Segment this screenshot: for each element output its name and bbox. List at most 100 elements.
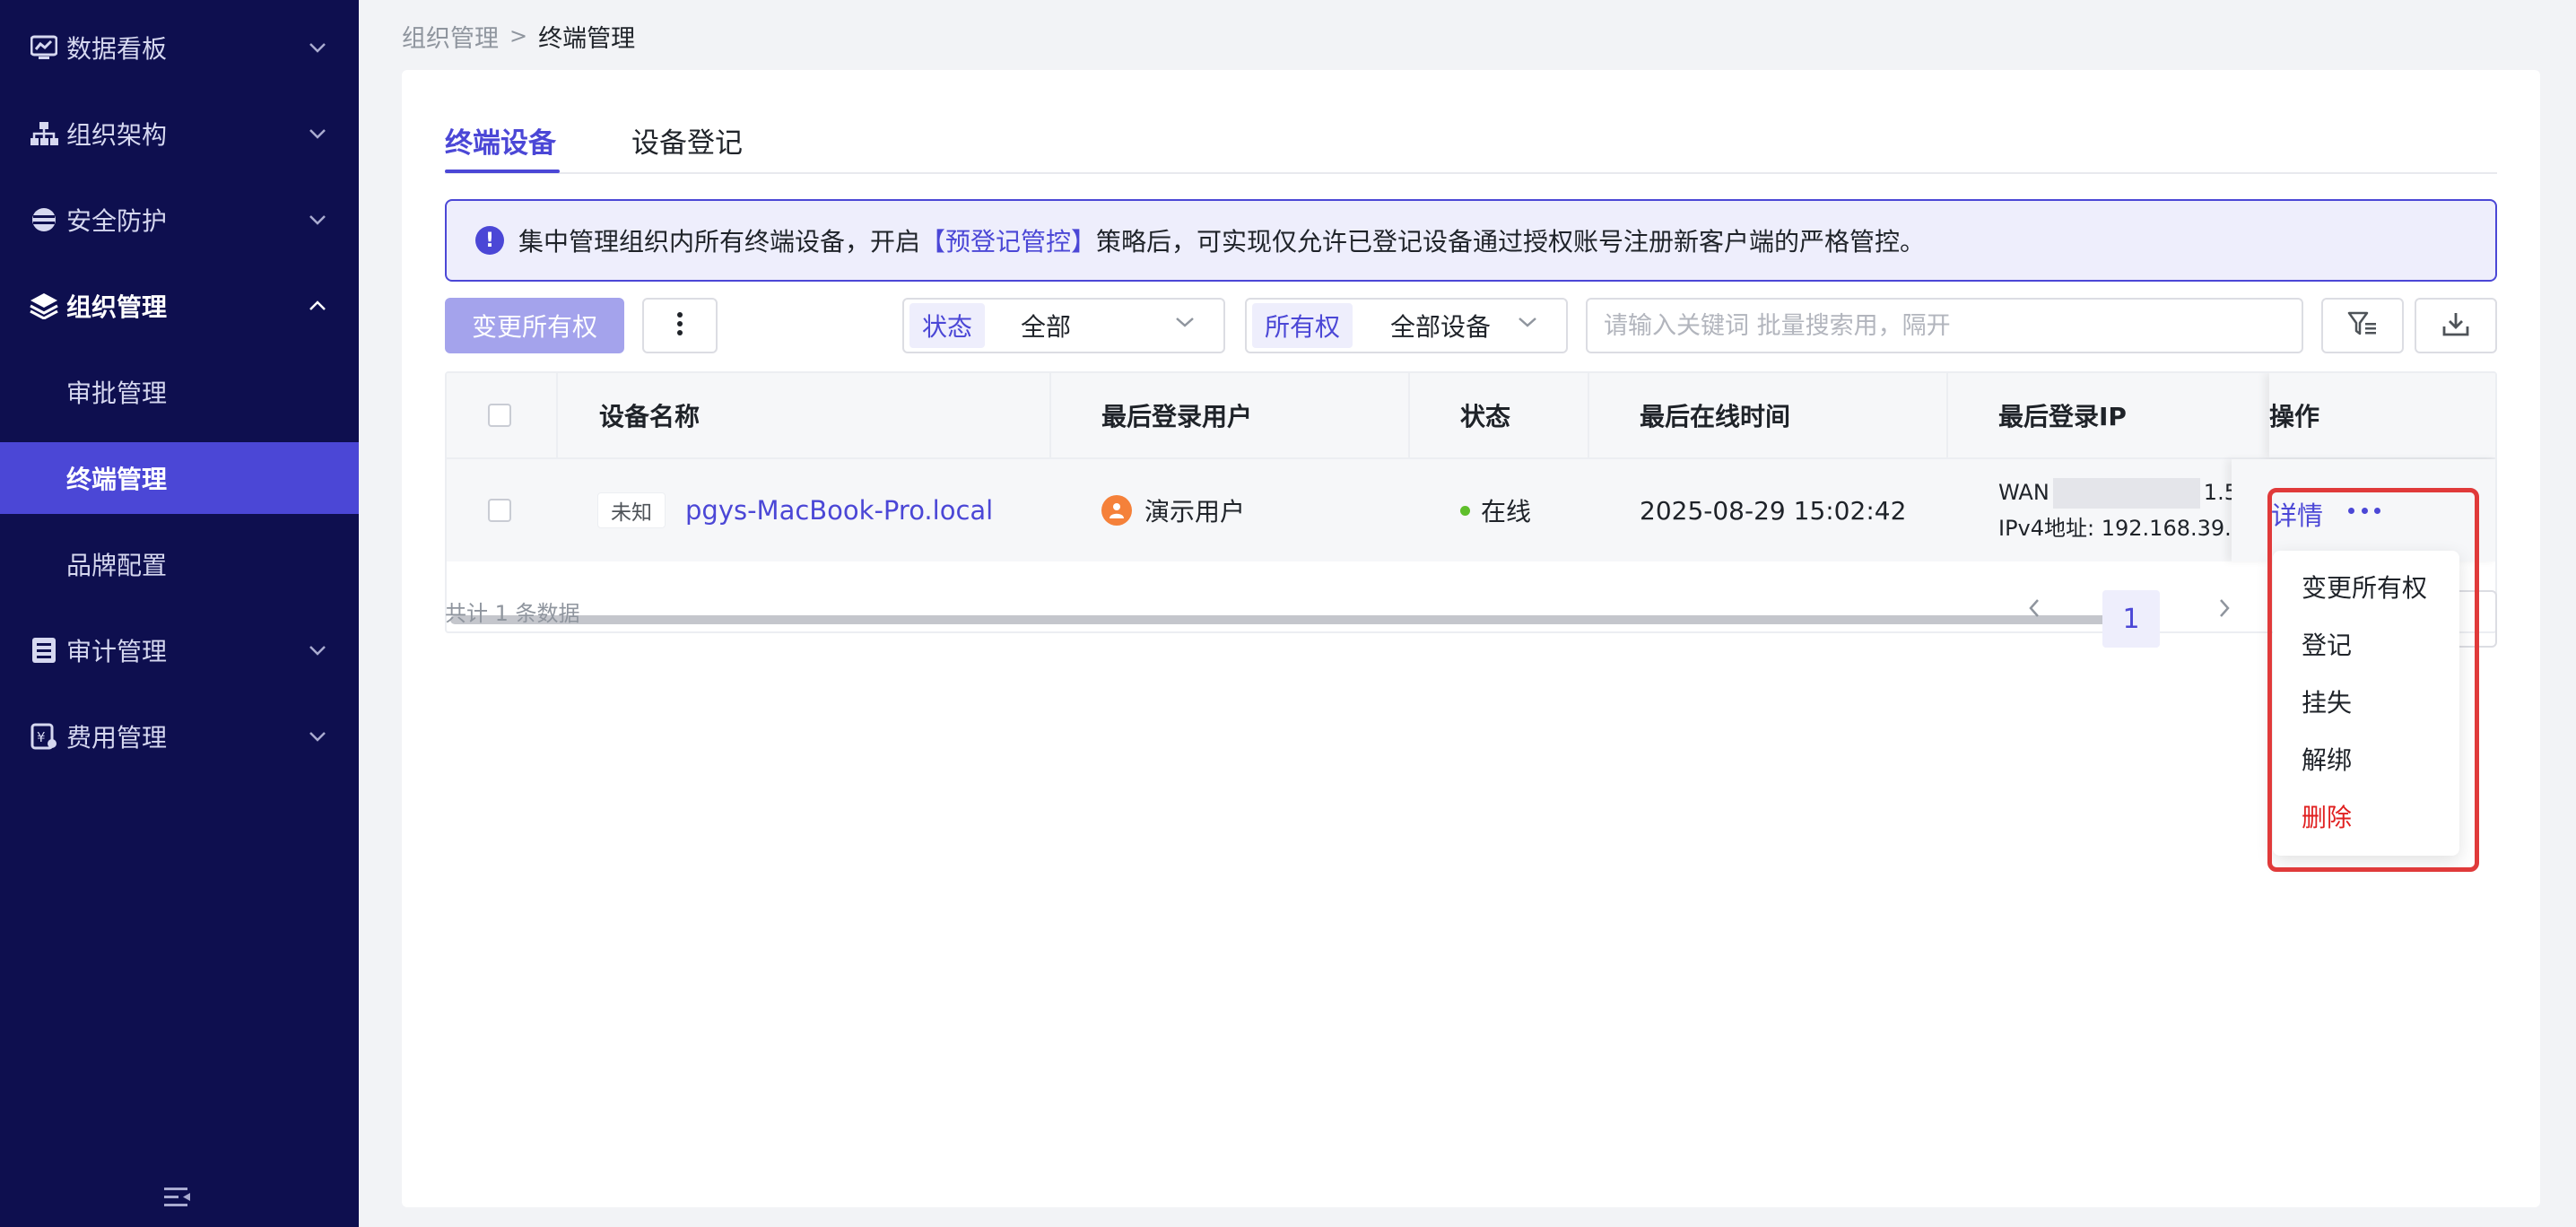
chevron-up-icon [307, 295, 328, 317]
column-actions-label: 操作 [2269, 402, 2320, 431]
column-last-online: 最后在线时间 [1640, 402, 1791, 431]
sidebar-item-label: 安全防护 [66, 206, 168, 236]
billing-icon: ¥ [29, 721, 59, 752]
wan-label: WAN [1998, 480, 2049, 505]
chevron-down-icon [307, 726, 328, 747]
filter-icon [2347, 310, 2378, 341]
select-all-checkbox[interactable] [488, 373, 511, 457]
online-status-dot [1460, 505, 1470, 516]
info-alert: ! 集中管理组织内所有终端设备，开启 【预登记管控】 策略后，可实现仅允许已登记设备… [445, 199, 2497, 282]
status-filter-tag: 状态 [909, 303, 986, 348]
advanced-filter-button[interactable] [2321, 298, 2404, 353]
status-filter[interactable]: 状态 全部 [902, 298, 1225, 353]
sidebar-item-label: 审计管理 [66, 637, 168, 666]
breadcrumb-parent[interactable]: 组织管理 [402, 19, 499, 54]
sidebar-item-label: 审批管理 [66, 379, 168, 408]
tab-device-registration[interactable]: 设备登记 [631, 113, 743, 167]
sidebar: 数据看板 组织架构 安全防护 组织管理 审批管理 终端管理 品牌配置 审计管理 [0, 0, 359, 1227]
tab-active-indicator [445, 170, 560, 173]
column-last-ip: 最后登录IP [1998, 402, 2127, 431]
column-divider [556, 373, 558, 459]
highlight-box [2267, 488, 2479, 872]
shield-icon [29, 204, 59, 235]
sidebar-item-label: 品牌配置 [66, 551, 168, 580]
last-online-cell: 2025-08-29 15:02:42 [1640, 495, 1907, 526]
chevron-left-icon [2028, 598, 2041, 622]
total-count: 共计 1 条数据 [445, 601, 580, 626]
device-name-link[interactable]: pgys-MacBook-Pro.local [685, 495, 993, 526]
sidebar-item-billing[interactable]: ¥ 费用管理 [0, 701, 359, 772]
pre-registration-link[interactable]: 【预登记管控】 [920, 222, 1096, 258]
column-divider [1946, 373, 1948, 459]
collapse-menu-icon[interactable] [163, 1186, 196, 1211]
tab-terminal-devices[interactable]: 终端设备 [445, 113, 556, 167]
svg-text:¥: ¥ [37, 729, 46, 745]
search-input[interactable] [1586, 298, 2303, 353]
device-name-cell: 未知 pgys-MacBook-Pro.local [597, 459, 993, 561]
last-ip-cell: WAN 1.5 IPv4地址: 192.168.39.1 [1998, 459, 2232, 561]
alert-text-after: 策略后，可实现仅允许已登记设备通过授权账号注册新客户端的严格管控。 [1096, 227, 1926, 257]
sidebar-item-approval[interactable]: 审批管理 [0, 356, 359, 428]
sidebar-item-brand-config[interactable]: 品牌配置 [0, 528, 359, 600]
sidebar-item-label: 费用管理 [66, 723, 168, 753]
wan-ip-suffix: 1.5 [2203, 480, 2232, 505]
export-button[interactable] [2415, 298, 2497, 353]
chart-board-icon [29, 32, 59, 63]
chevron-down-icon [1518, 315, 1539, 336]
status-text: 在线 [1481, 497, 1532, 526]
last-user-cell: 演示用户 [1101, 459, 1245, 561]
redacted-block [2052, 478, 2200, 509]
ownership-filter-tag: 所有权 [1252, 303, 1353, 348]
sidebar-item-data-board[interactable]: 数据看板 [0, 12, 359, 83]
unknown-tag: 未知 [597, 492, 666, 528]
ownership-filter[interactable]: 所有权 全部设备 [1245, 298, 1568, 353]
change-owner-button[interactable]: 变更所有权 [445, 298, 624, 353]
chevron-down-icon [307, 209, 328, 231]
column-divider [1588, 373, 1589, 459]
sidebar-item-audit[interactable]: 审计管理 [0, 614, 359, 686]
table-header: 设备名称 最后登录用户 状态 最后在线时间 最后登录IP 操作 [447, 373, 2495, 459]
more-actions-button[interactable] [642, 298, 718, 353]
tab-divider [445, 172, 2497, 174]
sidebar-item-label: 组织管理 [66, 292, 168, 322]
status-filter-value: 全部 [1021, 312, 1072, 342]
chevron-right-icon [2218, 598, 2231, 622]
table-row: 未知 pgys-MacBook-Pro.local 演示用户 在线 2025-0… [447, 459, 2495, 561]
last-user-name: 演示用户 [1144, 497, 1246, 526]
alert-text-before: 集中管理组织内所有终端设备，开启 [518, 227, 921, 257]
sidebar-item-label: 终端管理 [66, 465, 168, 494]
layers-icon [29, 291, 59, 321]
column-status: 状态 [1460, 402, 1511, 431]
chevron-down-icon [307, 123, 328, 144]
column-last-user: 最后登录用户 [1101, 402, 1253, 431]
download-icon [2441, 310, 2470, 341]
main-card: 终端设备 设备登记 ! 集中管理组织内所有终端设备，开启 【预登记管控】 策略后，可… [402, 70, 2540, 1207]
sidebar-item-security[interactable]: 安全防护 [0, 184, 359, 256]
page-number-current[interactable]: 1 [2102, 590, 2160, 648]
vertical-dots-icon [676, 311, 683, 340]
breadcrumb: 组织管理 > 终端管理 [402, 18, 635, 54]
sidebar-item-org-structure[interactable]: 组织架构 [0, 98, 359, 170]
sidebar-item-label: 组织架构 [66, 120, 168, 150]
chevron-down-icon [307, 640, 328, 661]
user-avatar-icon [1101, 495, 1132, 526]
status-cell: 在线 [1460, 459, 1531, 561]
sidebar-item-org-management[interactable]: 组织管理 [0, 270, 359, 342]
org-tree-icon [29, 118, 59, 149]
prev-page-button[interactable] [2015, 590, 2054, 630]
exclamation-icon: ! [475, 226, 504, 255]
wan-ip-line: WAN 1.5 [1998, 474, 2232, 510]
column-actions: 操作 [2269, 373, 2495, 457]
audit-icon [29, 635, 59, 666]
next-page-button[interactable] [2205, 590, 2244, 630]
chevron-down-icon [1175, 315, 1197, 336]
row-checkbox[interactable] [488, 459, 511, 561]
horizontal-scrollbar[interactable] [450, 615, 2151, 624]
devices-table: 设备名称 最后登录用户 状态 最后在线时间 最后登录IP 操作 未知 pgys-… [445, 371, 2497, 633]
sidebar-item-terminal-management[interactable]: 终端管理 [0, 442, 359, 514]
ownership-filter-value: 全部设备 [1390, 312, 1492, 342]
column-divider [1049, 373, 1051, 459]
chevron-down-icon [307, 37, 328, 58]
column-device-name: 设备名称 [599, 402, 701, 431]
ipv4-line: IPv4地址: 192.168.39.1 [1998, 516, 2232, 541]
